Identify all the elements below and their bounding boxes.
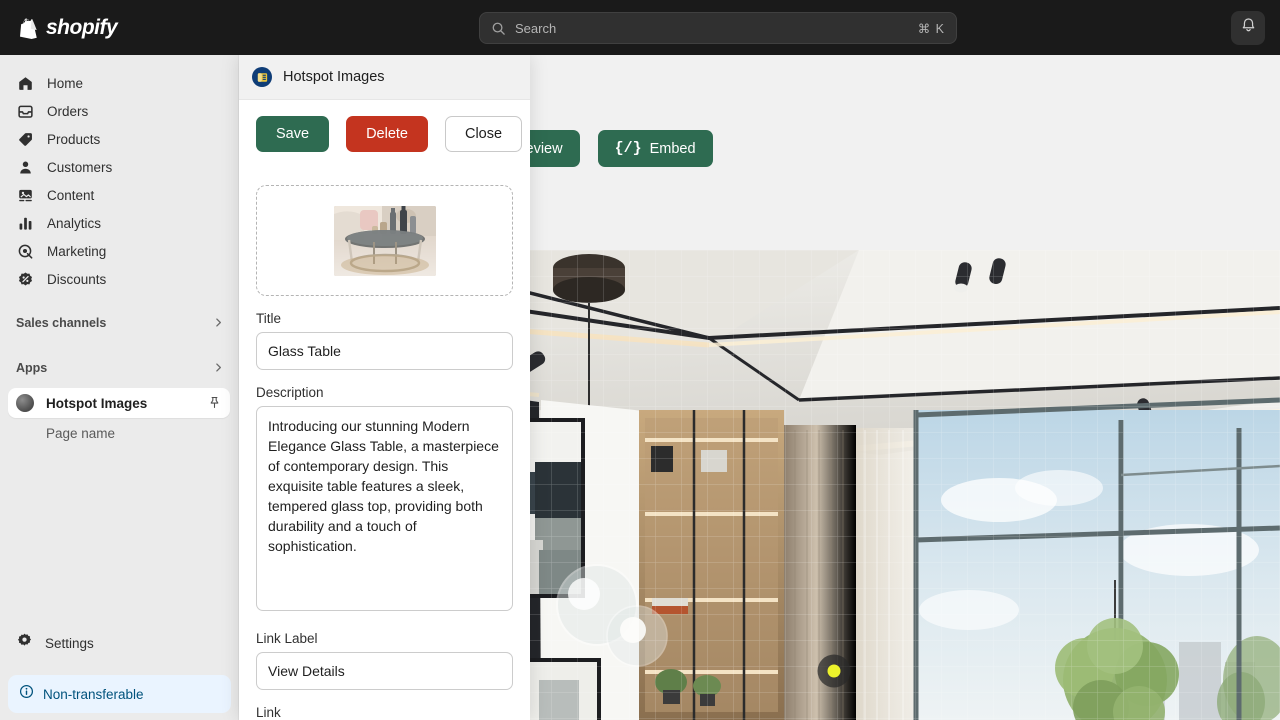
search-shortcut: ⌘ K (917, 21, 945, 36)
bar-chart-icon (16, 214, 35, 233)
hotspot-marker-2[interactable] (817, 654, 851, 688)
non-transferable-notice[interactable]: Non-transferable (8, 675, 231, 713)
chevron-right-icon (213, 316, 224, 331)
settings-label: Settings (45, 635, 94, 651)
description-textarea[interactable]: Introducing our stunning Modern Elegance… (256, 406, 513, 611)
sidebar-item-label: Customers (47, 159, 113, 175)
sidebar-item-hotspot-images[interactable]: Hotspot Images (8, 388, 230, 418)
sidebar-item-label: Marketing (47, 243, 107, 259)
sidebar-item-label: Orders (47, 103, 89, 119)
sidebar-item-label: Content (47, 187, 95, 203)
link-field-label: Link (256, 705, 281, 720)
search-placeholder: Search (515, 20, 557, 36)
megaphone-target-icon (16, 242, 35, 261)
info-circle-icon (19, 684, 34, 704)
image-dropzone[interactable] (256, 185, 513, 296)
hotspot-thumbnail (333, 205, 436, 276)
sidebar-item-analytics[interactable]: Analytics (8, 209, 230, 237)
code-braces-icon: {/} (614, 140, 642, 157)
title-field-label: Title (256, 311, 282, 326)
shopify-bag-icon (19, 17, 39, 39)
sidebar-section-sales-channels[interactable]: Sales channels (0, 308, 238, 338)
orders-inbox-icon (16, 102, 35, 121)
apps-label: Apps (16, 361, 48, 375)
sidebar-nav: Home Orders Products Customers Content A… (0, 55, 238, 293)
link-label-input[interactable] (256, 652, 513, 690)
search-bar[interactable]: Search ⌘ K (479, 12, 957, 44)
discount-badge-icon (16, 270, 35, 289)
gear-icon (16, 632, 33, 654)
sidebar-item-home[interactable]: Home (8, 69, 230, 97)
shopify-brand[interactable]: shopify (19, 16, 224, 40)
home-icon (16, 74, 35, 93)
app-badge-icon (252, 67, 272, 87)
description-field-label: Description (256, 385, 324, 400)
embed-button-label: Embed (649, 140, 696, 157)
close-button[interactable]: Close (444, 116, 523, 152)
embed-button[interactable]: {/} Embed (597, 130, 713, 167)
sidebar-subitem-label: Page name (46, 425, 116, 441)
panel-button-row: Save Delete Close (256, 116, 523, 152)
notifications-button[interactable] (1231, 11, 1265, 45)
sidebar: Home Orders Products Customers Content A… (0, 55, 239, 720)
top-bar: shopify Search ⌘ K (0, 0, 1280, 55)
panel-header: Hotspot Images (239, 55, 530, 100)
delete-button[interactable]: Delete (346, 116, 428, 152)
brand-wordmark: shopify (46, 15, 118, 39)
app-avatar-icon (16, 394, 34, 412)
pin-icon[interactable] (208, 396, 222, 410)
hotspot-dot-icon (827, 664, 841, 678)
sidebar-item-settings[interactable]: Settings (8, 628, 231, 658)
sidebar-item-customers[interactable]: Customers (8, 153, 230, 181)
chevron-right-icon (213, 361, 224, 376)
sidebar-item-label: Products (47, 131, 101, 147)
sidebar-section-apps[interactable]: Apps (0, 353, 238, 383)
sidebar-item-label: Home (47, 75, 84, 91)
hotspot-edit-panel: Hotspot Images Save Delete Close Title G… (239, 55, 530, 720)
sidebar-item-label: Analytics (47, 215, 102, 231)
non-transferable-label: Non-transferable (43, 686, 144, 702)
glass-table-thumbnail-illustration (333, 205, 436, 276)
search-icon (491, 21, 506, 36)
sidebar-item-discounts[interactable]: Discounts (8, 265, 230, 293)
panel-body: Save Delete Close Title Glass Table Desc… (239, 100, 530, 720)
save-button[interactable]: Save (256, 116, 330, 152)
sidebar-item-marketing[interactable]: Marketing (8, 237, 230, 265)
bell-icon (1240, 17, 1257, 39)
product-tag-icon (16, 130, 35, 149)
person-icon (16, 158, 35, 177)
sidebar-item-content[interactable]: Content (8, 181, 230, 209)
sidebar-item-label: Discounts (47, 271, 107, 287)
content-image-icon (16, 186, 35, 205)
link-label-field-label: Link Label (256, 631, 318, 646)
panel-title: Hotspot Images (283, 69, 385, 85)
sidebar-app-label: Hotspot Images (46, 395, 148, 411)
title-input[interactable] (256, 332, 513, 370)
sales-channels-label: Sales channels (16, 316, 107, 330)
sidebar-item-page-name[interactable]: Page name (8, 420, 230, 446)
sidebar-item-orders[interactable]: Orders (8, 97, 230, 125)
sidebar-item-products[interactable]: Products (8, 125, 230, 153)
